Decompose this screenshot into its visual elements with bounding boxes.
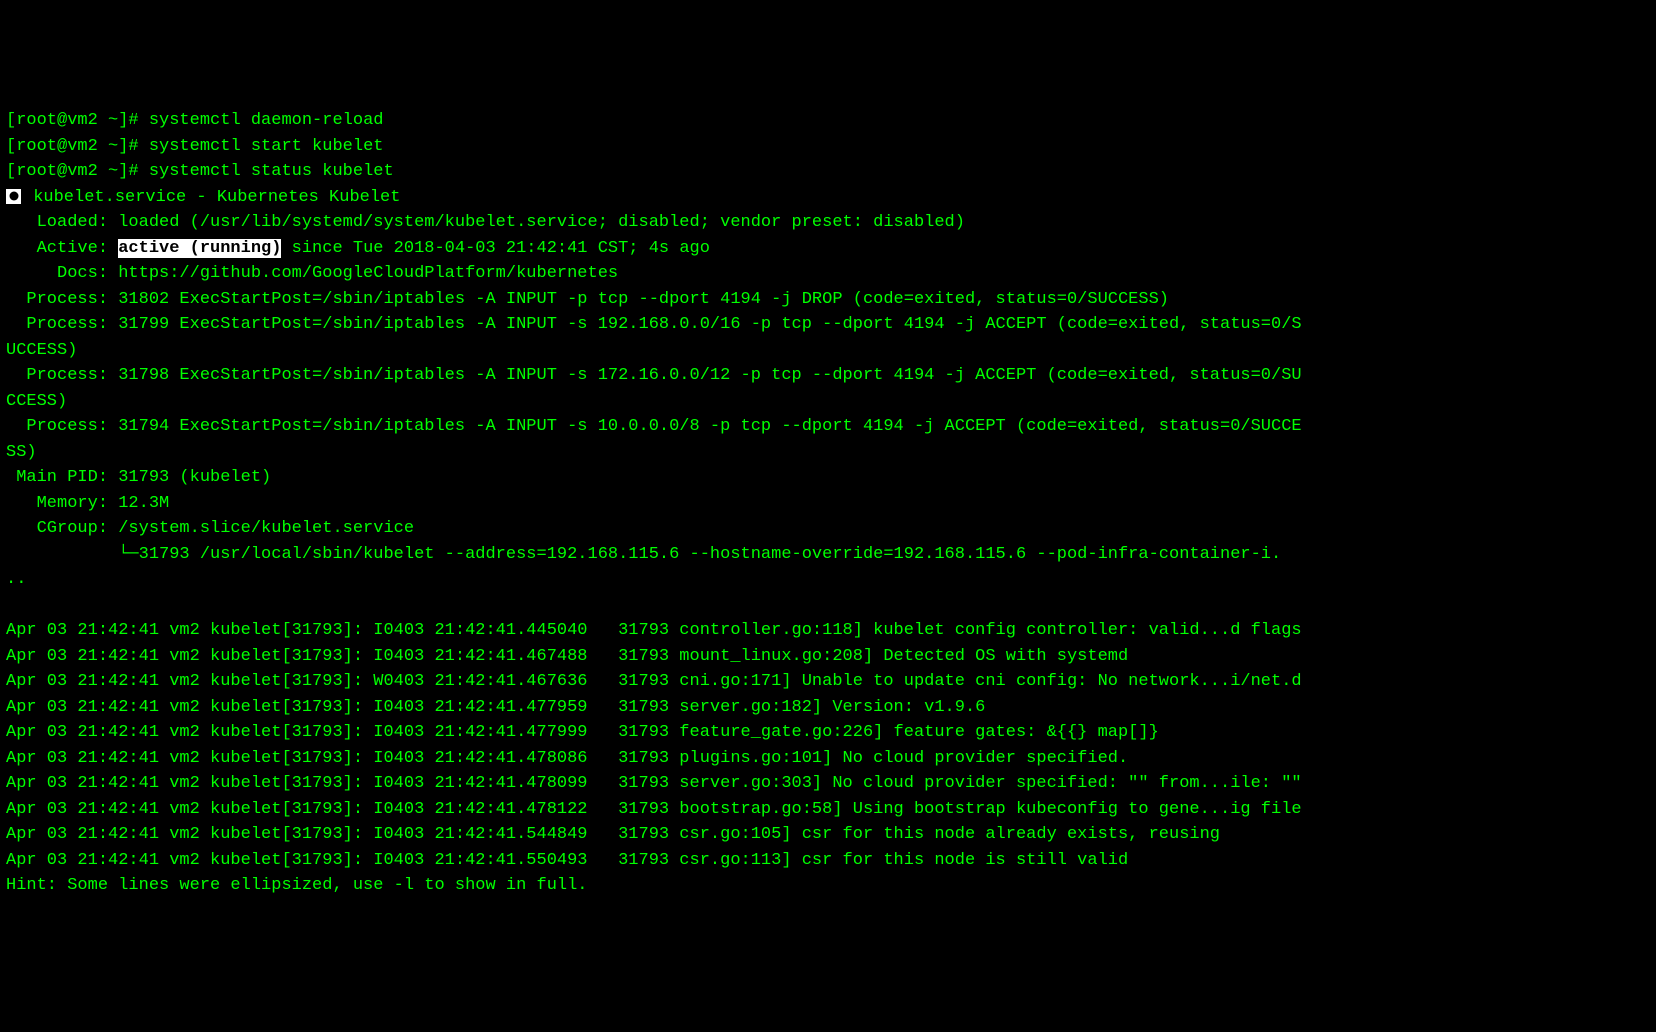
status-indicator-icon <box>6 189 21 204</box>
unit-header: kubelet.service - Kubernetes Kubelet <box>23 188 400 207</box>
log-line: Apr 03 21:42:41 vm2 kubelet[31793]: I040… <box>6 698 985 717</box>
active-label: Active: <box>6 239 118 258</box>
process-line-cont: UCCESS) <box>6 341 77 360</box>
hint-line: Hint: Some lines were ellipsized, use -l… <box>6 876 588 895</box>
active-since: since Tue 2018-04-03 21:42:41 CST; 4s ag… <box>281 239 709 258</box>
command: systemctl start kubelet <box>149 137 384 156</box>
process-line-cont: CCESS) <box>6 392 67 411</box>
cgroup-tree-line: └─31793 /usr/local/sbin/kubelet --addres… <box>6 545 1281 564</box>
command: systemctl status kubelet <box>149 162 394 181</box>
log-line: Apr 03 21:42:41 vm2 kubelet[31793]: I040… <box>6 749 1128 768</box>
process-line: Process: 31794 ExecStartPost=/sbin/iptab… <box>6 417 1302 436</box>
cgroup-tree-line-cont: .. <box>6 570 26 589</box>
loaded-line: Loaded: loaded (/usr/lib/systemd/system/… <box>6 213 965 232</box>
process-line: Process: 31799 ExecStartPost=/sbin/iptab… <box>6 315 1302 334</box>
log-line: Apr 03 21:42:41 vm2 kubelet[31793]: W040… <box>6 672 1302 691</box>
process-line-cont: SS) <box>6 443 37 462</box>
process-line: Process: 31798 ExecStartPost=/sbin/iptab… <box>6 366 1302 385</box>
main-pid-line: Main PID: 31793 (kubelet) <box>6 468 271 487</box>
log-line: Apr 03 21:42:41 vm2 kubelet[31793]: I040… <box>6 621 1302 640</box>
shell-prompt: [root@vm2 ~]# <box>6 162 149 181</box>
cgroup-line: CGroup: /system.slice/kubelet.service <box>6 519 414 538</box>
command: systemctl daemon-reload <box>149 111 384 130</box>
memory-line: Memory: 12.3M <box>6 494 169 513</box>
docs-line: Docs: https://github.com/GoogleCloudPlat… <box>6 264 618 283</box>
log-line: Apr 03 21:42:41 vm2 kubelet[31793]: I040… <box>6 647 1128 666</box>
active-status: active (running) <box>118 239 281 258</box>
shell-prompt: [root@vm2 ~]# <box>6 111 149 130</box>
log-line: Apr 03 21:42:41 vm2 kubelet[31793]: I040… <box>6 774 1302 793</box>
log-line: Apr 03 21:42:41 vm2 kubelet[31793]: I040… <box>6 723 1159 742</box>
terminal-output[interactable]: [root@vm2 ~]# systemctl daemon-reload [r… <box>6 108 1650 899</box>
shell-prompt: [root@vm2 ~]# <box>6 137 149 156</box>
process-line: Process: 31802 ExecStartPost=/sbin/iptab… <box>6 290 1169 309</box>
log-line: Apr 03 21:42:41 vm2 kubelet[31793]: I040… <box>6 800 1302 819</box>
log-line: Apr 03 21:42:41 vm2 kubelet[31793]: I040… <box>6 851 1128 870</box>
